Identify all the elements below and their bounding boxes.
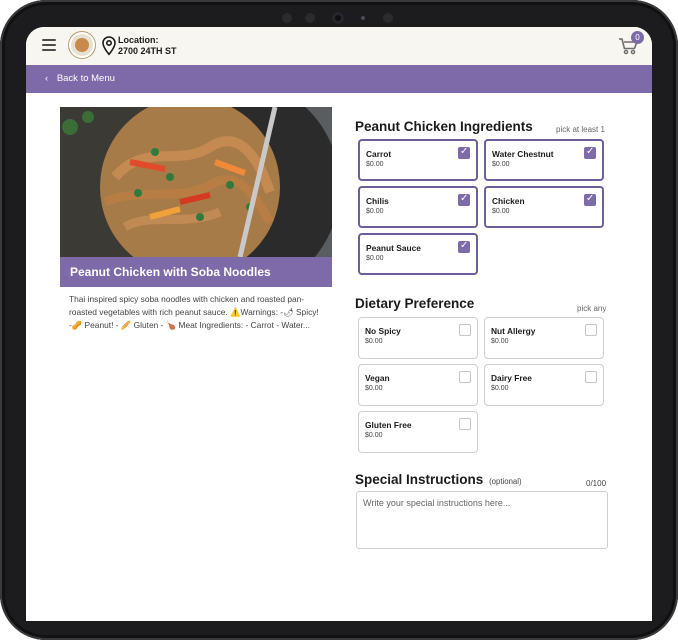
option-carrot[interactable]: Carrot $0.00 — [358, 139, 478, 181]
option-nut-allergy[interactable]: Nut Allergy $0.00 — [484, 317, 604, 359]
option-price: $0.00 — [366, 161, 384, 168]
checkbox-unchecked[interactable] — [585, 371, 597, 383]
option-price: $0.00 — [492, 208, 510, 215]
option-price: $0.00 — [366, 255, 384, 262]
checkbox-unchecked[interactable] — [459, 371, 471, 383]
dietary-title: Dietary Preference — [355, 296, 475, 311]
cart-count-badge: 0 — [631, 31, 644, 44]
special-instructions-title: Special Instructions (optional) — [355, 472, 522, 487]
nav-bar: ‹ Back to Menu — [26, 65, 652, 93]
dietary-note: pick any — [577, 304, 607, 313]
sensor-icon — [282, 13, 292, 23]
hamburger-icon[interactable] — [42, 39, 56, 51]
item-title: Peanut Chicken with Soba Noodles — [70, 265, 271, 279]
special-instructions-placeholder: Write your special instructions here... — [363, 498, 511, 508]
checkbox-checked[interactable] — [458, 146, 470, 159]
option-name: Nut Allergy — [491, 326, 536, 336]
option-gluten-free[interactable]: Gluten Free $0.00 — [358, 411, 478, 453]
special-title-text: Special Instructions — [355, 472, 484, 487]
option-name: Chicken — [492, 196, 525, 206]
option-chicken[interactable]: Chicken $0.00 — [484, 186, 604, 228]
option-vegan[interactable]: Vegan $0.00 — [358, 364, 478, 406]
option-peanut-sauce[interactable]: Peanut Sauce $0.00 — [358, 233, 478, 275]
sensor-icon — [305, 13, 315, 23]
option-no-spicy[interactable]: No Spicy $0.00 — [358, 317, 478, 359]
app-screen: Location: 2700 24TH ST 0 ‹ Back to Menu — [26, 27, 652, 621]
option-name: Dairy Free — [491, 373, 532, 383]
checkbox-checked[interactable] — [458, 193, 470, 206]
back-label: Back to Menu — [56, 73, 115, 84]
option-price: $0.00 — [365, 338, 383, 345]
camera-bar — [0, 9, 678, 25]
top-bar: Location: 2700 24TH ST 0 — [26, 27, 652, 65]
option-name: Chilis — [366, 196, 389, 206]
character-counter: 0/100 — [586, 479, 607, 488]
checkbox-unchecked[interactable] — [459, 324, 471, 336]
option-price: $0.00 — [492, 161, 510, 168]
checkbox-checked[interactable] — [458, 240, 470, 253]
sensor-icon — [361, 16, 365, 20]
checkbox-checked[interactable] — [584, 146, 596, 159]
option-name: Water Chestnut — [492, 149, 554, 159]
item-title-band: Peanut Chicken with Soba Noodles — [60, 257, 332, 287]
ingredients-note: pick at least 1 — [556, 125, 605, 134]
special-instructions-input[interactable]: Write your special instructions here... — [356, 491, 608, 549]
option-name: Vegan — [365, 373, 390, 383]
item-description: Thai inspired spicy soba noodles with ch… — [69, 294, 319, 330]
ingredients-title: Peanut Chicken Ingredients — [355, 119, 533, 134]
sensor-icon — [383, 13, 393, 23]
option-name: No Spicy — [365, 326, 401, 336]
noodle-photo — [60, 107, 332, 257]
checkbox-unchecked[interactable] — [585, 324, 597, 336]
option-chilis[interactable]: Chilis $0.00 — [358, 186, 478, 228]
optional-tag: (optional) — [489, 477, 522, 486]
tablet-frame: Location: 2700 24TH ST 0 ‹ Back to Menu — [0, 0, 678, 640]
chevron-left-icon: ‹ — [45, 73, 49, 84]
option-name: Peanut Sauce — [366, 243, 421, 253]
option-price: $0.00 — [491, 385, 509, 392]
option-price: $0.00 — [365, 385, 383, 392]
checkbox-unchecked[interactable] — [459, 418, 471, 430]
option-price: $0.00 — [365, 432, 383, 439]
option-name: Gluten Free — [365, 420, 412, 430]
option-price: $0.00 — [366, 208, 384, 215]
location-address[interactable]: 2700 24TH ST — [118, 46, 177, 56]
option-dairy-free[interactable]: Dairy Free $0.00 — [484, 364, 604, 406]
brand-logo[interactable] — [68, 31, 96, 59]
back-to-menu-link[interactable]: ‹ Back to Menu — [45, 73, 115, 84]
camera-icon — [332, 12, 344, 24]
location-label: Location: — [118, 35, 159, 45]
location-pin-icon — [102, 36, 116, 56]
option-price: $0.00 — [491, 338, 509, 345]
checkbox-checked[interactable] — [584, 193, 596, 206]
option-name: Carrot — [366, 149, 392, 159]
food-image — [60, 107, 332, 257]
option-water-chestnut[interactable]: Water Chestnut $0.00 — [484, 139, 604, 181]
